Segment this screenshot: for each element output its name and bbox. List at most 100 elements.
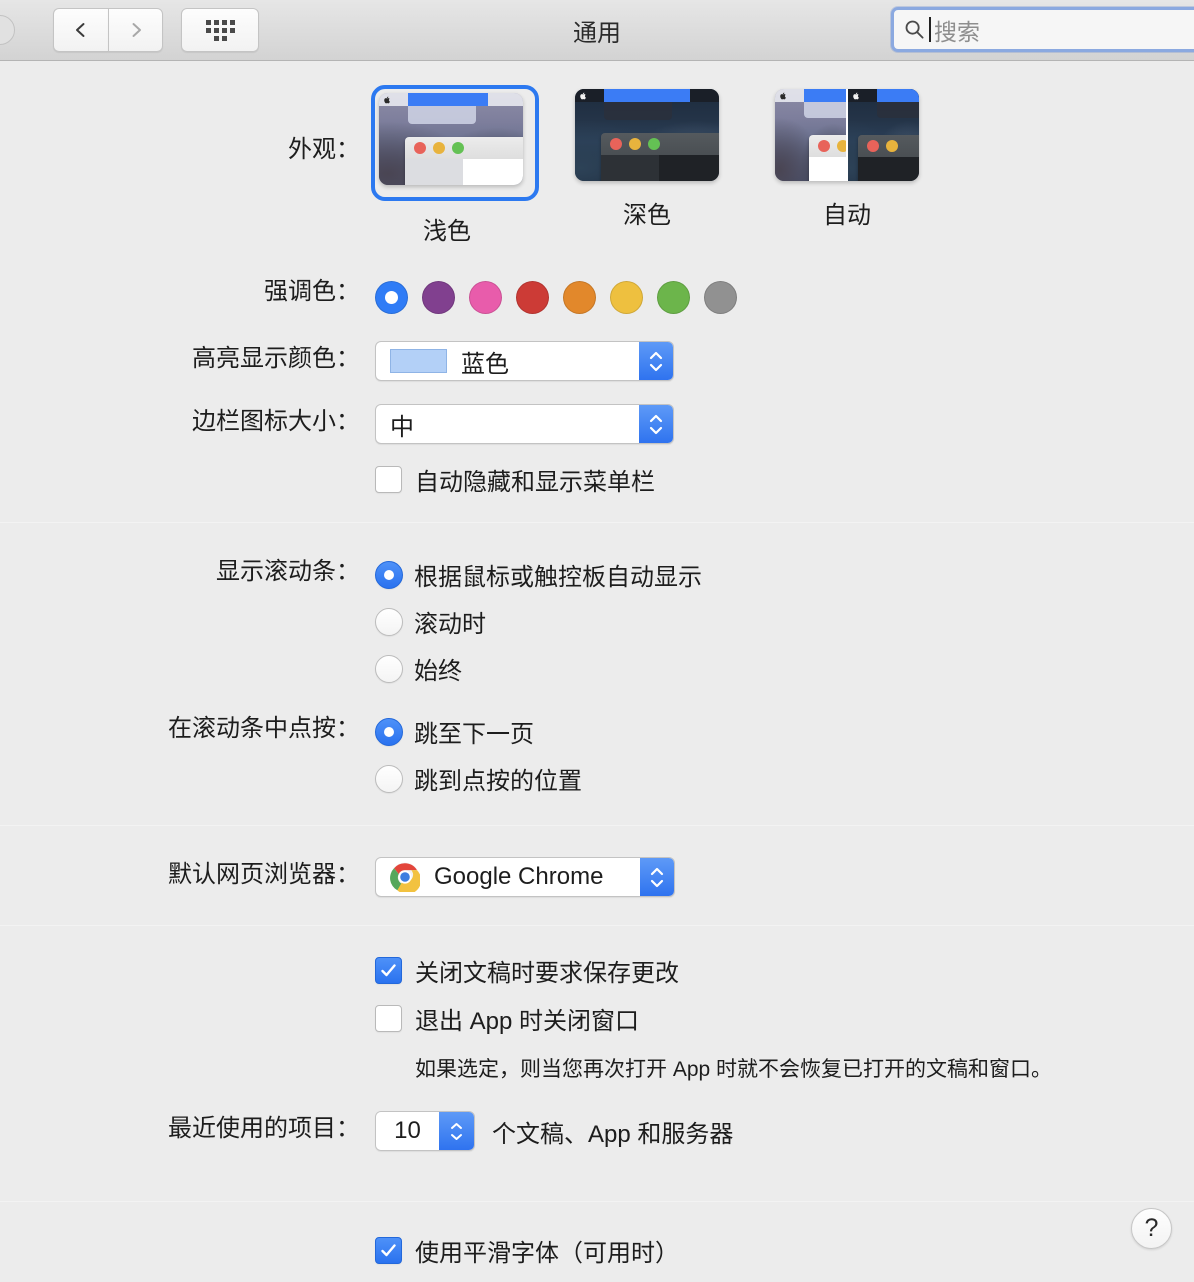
- sidebar-icon-size-row: 边栏图标大小： 中: [0, 381, 1194, 444]
- search-icon: [905, 20, 924, 39]
- navigation-buttons: [53, 8, 163, 52]
- appearance-thumbnail-dark: [575, 89, 719, 181]
- auto-light-half: [775, 89, 846, 181]
- close-window-button[interactable]: [0, 15, 15, 45]
- accent-swatch-graphite[interactable]: [704, 281, 737, 314]
- forward-button[interactable]: [108, 8, 163, 52]
- default-browser-row: 默认网页浏览器： Google Chrome: [0, 826, 1194, 897]
- scrollbar-option-always[interactable]: 始终: [375, 651, 1194, 686]
- search-field[interactable]: 搜索: [891, 7, 1194, 52]
- click-scrollbar-row: 在滚动条中点按： 跳至下一页 跳到点按的位置: [0, 686, 1194, 796]
- highlight-color-label: 高亮显示颜色：: [192, 345, 360, 372]
- highlight-color-swatch: [390, 349, 447, 373]
- radio-label: 根据鼠标或触控板自动显示: [414, 564, 702, 591]
- ask-save-changes-row: 关闭文稿时要求保存更改 退出 App 时关闭窗口 如果选定，则当您再次打开 Ap…: [0, 926, 1194, 1083]
- accent-swatch-pink[interactable]: [469, 281, 502, 314]
- appearance-option-label: 深色: [623, 202, 671, 229]
- accent-swatch-orange[interactable]: [563, 281, 596, 314]
- close-windows-checkbox[interactable]: [375, 1005, 402, 1032]
- chevron-right-icon: [132, 23, 141, 37]
- appearance-option-label: 浅色: [423, 218, 471, 245]
- scrollbar-option-auto[interactable]: 根据鼠标或触控板自动显示: [375, 557, 1194, 592]
- ask-save-changes-checkbox[interactable]: [375, 957, 402, 984]
- apple-logo-icon: [780, 92, 786, 100]
- accent-swatch-yellow[interactable]: [610, 281, 643, 314]
- stepper-arrows-icon[interactable]: [439, 1112, 474, 1150]
- radio-label: 跳至下一页: [414, 721, 534, 748]
- auto-hide-menubar-checkbox-row[interactable]: 自动隐藏和显示菜单栏: [375, 462, 1194, 497]
- recent-items-value: 10: [376, 1112, 439, 1150]
- highlight-color-row: 高亮显示颜色： 蓝色: [0, 314, 1194, 381]
- show-all-button[interactable]: [181, 8, 259, 52]
- chevron-down-icon: [649, 363, 663, 371]
- accent-swatch-green[interactable]: [657, 281, 690, 314]
- click-scrollbar-option-next-page[interactable]: 跳至下一页: [375, 714, 1194, 749]
- accent-swatch-blue[interactable]: [375, 281, 408, 314]
- close-windows-label: 退出 App 时关闭窗口: [415, 1008, 640, 1035]
- chevron-left-icon: [76, 23, 85, 37]
- chevron-down-icon: [650, 879, 664, 887]
- appearance-option-auto[interactable]: 自动: [775, 89, 919, 246]
- accent-color-row: 强调色：: [0, 246, 1194, 314]
- appearance-option-dark[interactable]: 深色: [575, 89, 719, 246]
- recent-items-stepper[interactable]: 10: [375, 1111, 475, 1151]
- sidebar-icon-size-select[interactable]: 中: [375, 404, 674, 444]
- scrollbar-option-when-scrolling[interactable]: 滚动时: [375, 604, 1194, 639]
- chevron-up-icon: [451, 1122, 462, 1129]
- radio-label: 跳到点按的位置: [414, 768, 582, 795]
- font-smoothing-checkbox[interactable]: [375, 1237, 402, 1264]
- auto-dark-half: [846, 89, 919, 181]
- appearance-option-light[interactable]: 浅色: [371, 85, 539, 246]
- appearance-option-label: 自动: [823, 202, 871, 229]
- accent-swatch-purple[interactable]: [422, 281, 455, 314]
- window-titlebar: 通用 搜索: [0, 0, 1194, 61]
- ask-save-changes-checkbox-row[interactable]: 关闭文稿时要求保存更改: [375, 953, 1194, 988]
- highlight-color-select[interactable]: 蓝色: [375, 341, 674, 381]
- sidebar-icon-size-label: 边栏图标大小：: [192, 408, 360, 435]
- auto-hide-menubar-checkbox[interactable]: [375, 466, 402, 493]
- accent-swatch-red[interactable]: [516, 281, 549, 314]
- default-browser-select[interactable]: Google Chrome: [375, 857, 675, 897]
- back-button[interactable]: [53, 8, 108, 52]
- checkmark-icon: [381, 964, 396, 977]
- auto-hide-menubar-row: 自动隐藏和显示菜单栏: [0, 444, 1194, 497]
- radio-scrollbar-when-scrolling[interactable]: [375, 607, 403, 636]
- appearance-thumbnail-auto: [775, 89, 919, 181]
- accent-color-label: 强调色：: [264, 278, 360, 305]
- highlight-color-value: 蓝色: [461, 350, 509, 378]
- font-smoothing-row: 使用平滑字体（可用时）: [0, 1202, 1194, 1268]
- recent-items-label: 最近使用的项目：: [168, 1115, 360, 1142]
- default-browser-label: 默认网页浏览器：: [168, 861, 360, 888]
- radio-jump-to-spot[interactable]: [375, 764, 403, 793]
- click-scrollbar-option-spot[interactable]: 跳到点按的位置: [375, 761, 1194, 796]
- checkmark-icon: [381, 1244, 396, 1257]
- accent-color-swatches: [375, 279, 1194, 314]
- appearance-row: 外观： 浅色 深色 自动: [0, 61, 1194, 246]
- radio-label: 滚动时: [414, 611, 486, 638]
- radio-scrollbar-always[interactable]: [375, 654, 403, 683]
- radio-jump-next-page[interactable]: [375, 717, 403, 746]
- show-scrollbars-row: 显示滚动条： 根据鼠标或触控板自动显示 滚动时 始终: [0, 523, 1194, 686]
- show-all-grid-icon: [205, 19, 235, 41]
- chevron-down-icon: [649, 426, 663, 434]
- close-windows-checkbox-row[interactable]: 退出 App 时关闭窗口: [375, 1001, 1194, 1036]
- radio-scrollbar-auto[interactable]: [375, 560, 403, 589]
- chevron-down-icon: [451, 1133, 462, 1140]
- sidebar-icon-size-value: 中: [390, 413, 414, 441]
- stepper-arrows-icon[interactable]: [639, 405, 673, 443]
- appearance-thumbnail-light: [379, 93, 523, 185]
- apple-logo-icon: [580, 92, 586, 100]
- help-button[interactable]: ?: [1131, 1208, 1172, 1249]
- chevron-up-icon: [649, 351, 663, 359]
- stepper-arrows-icon[interactable]: [640, 858, 674, 896]
- chrome-icon: [390, 862, 420, 892]
- font-smoothing-checkbox-row[interactable]: 使用平滑字体（可用时）: [375, 1233, 1194, 1268]
- radio-label: 始终: [414, 658, 462, 685]
- chevron-up-icon: [650, 867, 664, 875]
- close-windows-hint: 如果选定，则当您再次打开 App 时就不会恢复已打开的文稿和窗口。: [415, 1058, 1053, 1081]
- font-smoothing-label: 使用平滑字体（可用时）: [415, 1240, 679, 1267]
- default-browser-value: Google Chrome: [434, 863, 604, 890]
- apple-logo-icon: [853, 92, 859, 100]
- preferences-content: 外观： 浅色 深色 自动 强调色： 高亮显示颜色： 蓝色 边栏图标大小： 中 自…: [0, 61, 1194, 1268]
- stepper-arrows-icon[interactable]: [639, 342, 673, 380]
